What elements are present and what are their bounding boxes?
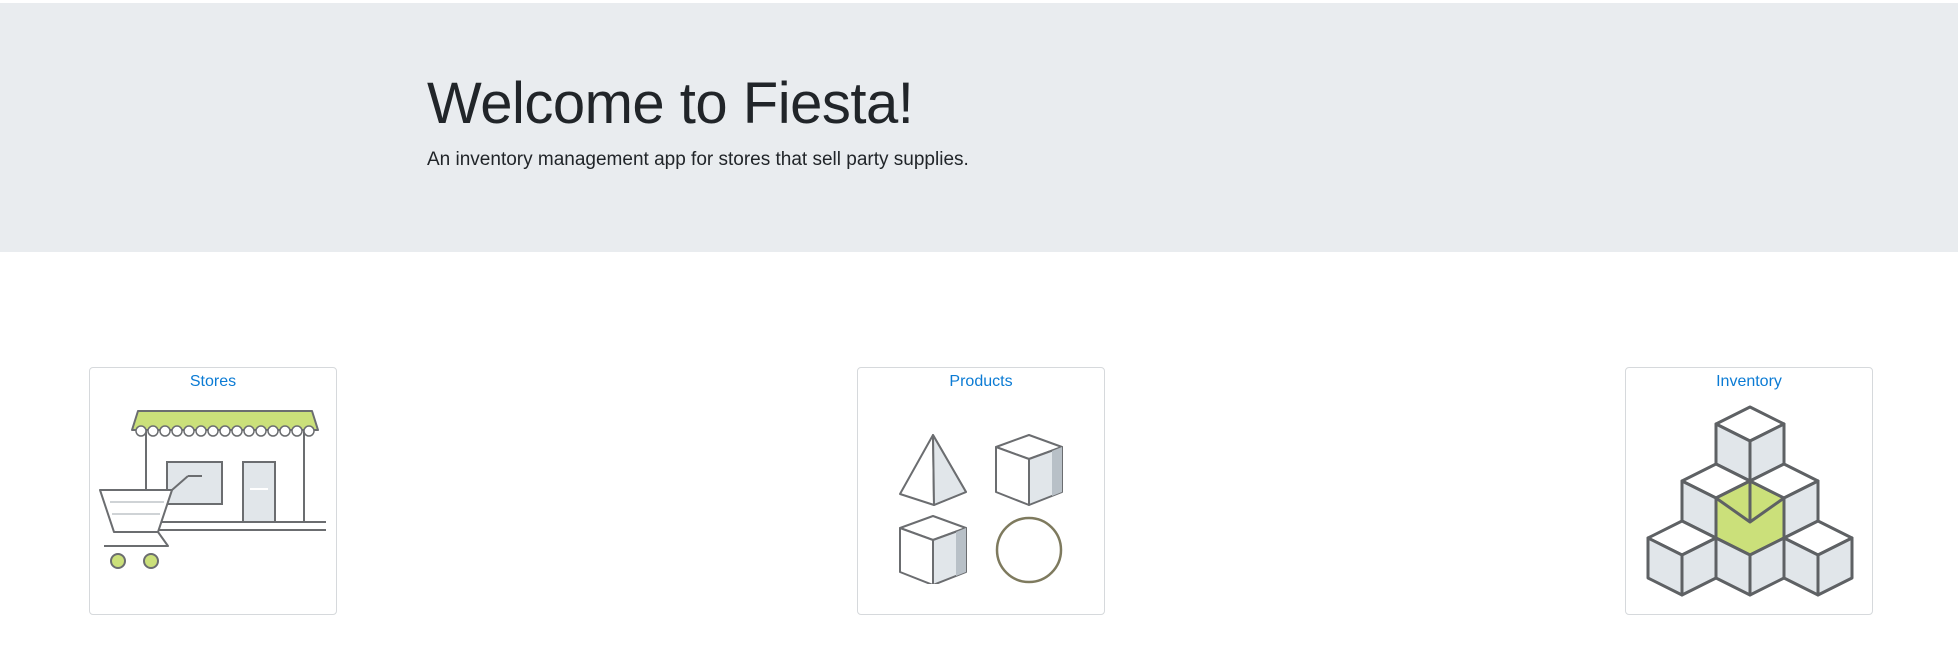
- products-link[interactable]: Products: [858, 372, 1104, 392]
- stores-card[interactable]: Stores: [89, 367, 337, 615]
- inventory-link[interactable]: Inventory: [1626, 372, 1872, 392]
- hero-banner: Welcome to Fiesta! An inventory manageme…: [0, 3, 1958, 252]
- page-title: Welcome to Fiesta!: [427, 71, 914, 136]
- inventory-card[interactable]: Inventory: [1625, 367, 1873, 615]
- page-subtitle: An inventory management app for stores t…: [427, 149, 969, 170]
- product-shapes-icon: [899, 434, 1063, 584]
- storefront-with-cart-icon: [99, 410, 326, 569]
- products-card[interactable]: Products: [857, 367, 1105, 615]
- stores-link[interactable]: Stores: [90, 372, 336, 392]
- stacked-cubes-icon: [1646, 405, 1854, 597]
